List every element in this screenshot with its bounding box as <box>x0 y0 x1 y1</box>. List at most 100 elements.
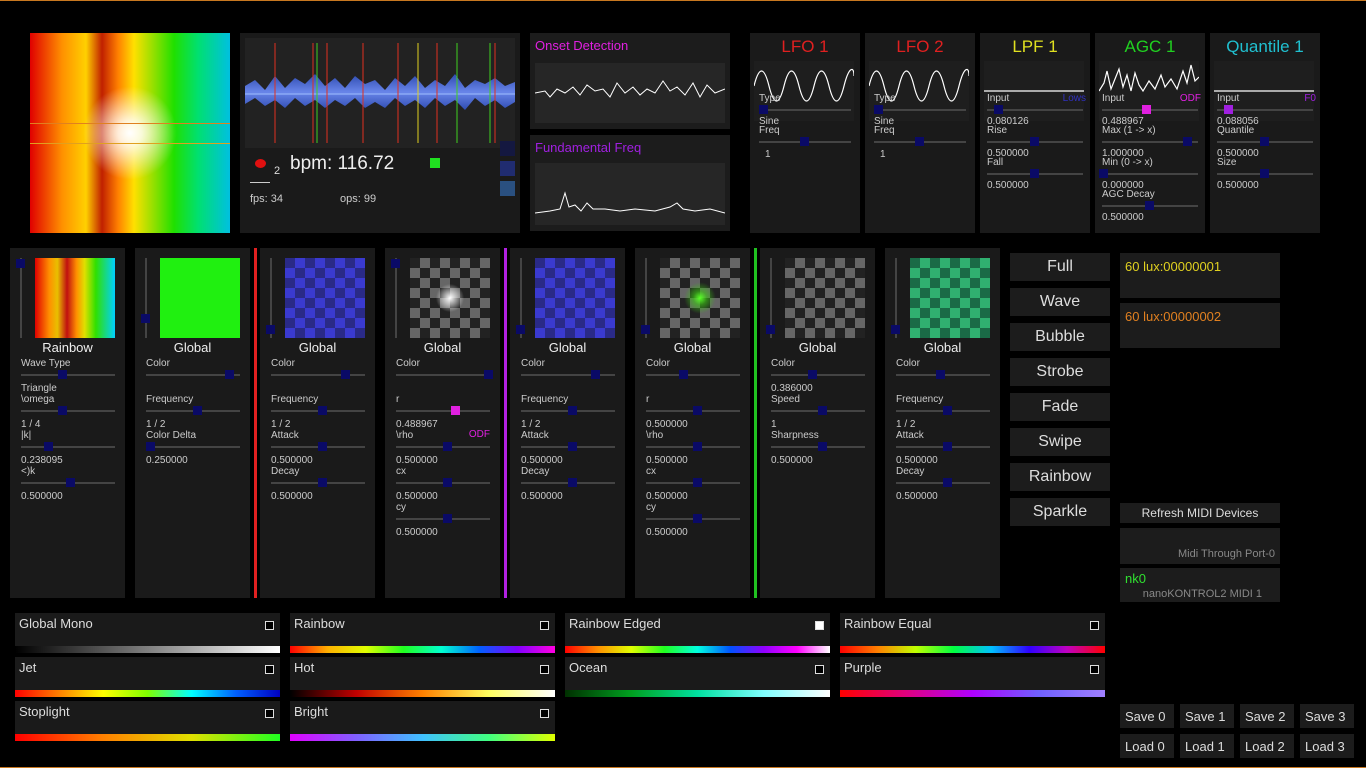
modulator-lpf-1[interactable]: LPF 1 Input Lows 0.080126 Rise 0.500000 Fall 0.… <box>980 33 1090 233</box>
pattern-button-wave[interactable]: Wave <box>1010 288 1110 316</box>
input-slider-handle[interactable] <box>994 105 1003 114</box>
pattern-param-handle[interactable] <box>58 370 67 379</box>
pattern-preview[interactable] <box>785 258 865 338</box>
pattern-param-handle[interactable] <box>568 478 577 487</box>
pattern-preview[interactable] <box>910 258 990 338</box>
pattern-preview[interactable] <box>410 258 490 338</box>
gradient-checkbox[interactable] <box>265 709 274 718</box>
pattern-param-handle[interactable] <box>193 406 202 415</box>
modulator-input-source[interactable]: F0 <box>1304 93 1316 104</box>
param-slider-handle[interactable] <box>1260 169 1269 178</box>
save-button-0[interactable]: Save 0 <box>1120 704 1174 728</box>
gradient-checkbox[interactable] <box>1090 665 1099 674</box>
midi-device-1[interactable]: Midi Through Port-0 <box>1120 528 1280 564</box>
refresh-midi-button[interactable]: Refresh MIDI Devices <box>1120 503 1280 523</box>
pattern-param-handle[interactable] <box>66 478 75 487</box>
pattern-param-handle[interactable] <box>808 370 817 379</box>
save-button-3[interactable]: Save 3 <box>1300 704 1354 728</box>
param-slider-handle[interactable] <box>1099 169 1108 178</box>
gradient-bright[interactable]: Bright <box>290 701 555 741</box>
gradient-ocean[interactable]: Ocean <box>565 657 830 697</box>
pattern-param-handle[interactable] <box>936 370 945 379</box>
modulator-lfo-1[interactable]: LFO 1 Type Sine Freq 1 <box>750 33 860 233</box>
pattern-param-handle[interactable] <box>568 442 577 451</box>
pattern-param-handle[interactable] <box>693 478 702 487</box>
load-button-1[interactable]: Load 1 <box>1180 734 1234 758</box>
save-button-2[interactable]: Save 2 <box>1240 704 1294 728</box>
pattern-param-handle[interactable] <box>568 406 577 415</box>
type-slider[interactable] <box>759 109 851 111</box>
gradient-checkbox[interactable] <box>815 621 824 630</box>
pattern-param-handle[interactable] <box>318 406 327 415</box>
pattern-preview[interactable] <box>285 258 365 338</box>
pattern-slot-1[interactable]: Rainbow Wave Type Triangle \omega 1 / 4 |k| 0.… <box>10 248 125 598</box>
param-slider-handle[interactable] <box>1260 137 1269 146</box>
pattern-param-handle[interactable] <box>318 442 327 451</box>
pattern-button-bubble[interactable]: Bubble <box>1010 323 1110 351</box>
gradient-checkbox[interactable] <box>540 621 549 630</box>
pattern-param-slider[interactable] <box>646 374 740 376</box>
pattern-level-track[interactable] <box>395 258 397 338</box>
pattern-level-track[interactable] <box>20 258 22 338</box>
pattern-preview[interactable] <box>35 258 115 338</box>
pattern-slot-6[interactable]: Global Color r 0.500000 \rho 0.500000 cx 0.5000… <box>635 248 750 598</box>
pattern-preview[interactable] <box>660 258 740 338</box>
pattern-param-slider[interactable] <box>21 446 115 448</box>
gradient-checkbox[interactable] <box>1090 621 1099 630</box>
gradient-jet[interactable]: Jet <box>15 657 280 697</box>
pattern-slot-5[interactable]: Global Color Frequency 1 / 2 Attack 0.500000 D… <box>510 248 625 598</box>
pattern-param-handle[interactable] <box>443 442 452 451</box>
pattern-param-slider[interactable] <box>21 410 115 412</box>
pattern-param-handle[interactable] <box>58 406 67 415</box>
pattern-param-slider[interactable] <box>771 374 865 376</box>
gradient-stoplight[interactable]: Stoplight <box>15 701 280 741</box>
pattern-param-handle[interactable] <box>943 442 952 451</box>
gradient-purple[interactable]: Purple <box>840 657 1105 697</box>
beat-lock-indicator[interactable] <box>430 158 440 168</box>
pattern-slot-3[interactable]: Global Color Frequency 1 / 2 Attack 0.500000 D… <box>260 248 375 598</box>
gradient-checkbox[interactable] <box>540 665 549 674</box>
pattern-param-handle[interactable] <box>44 442 53 451</box>
pattern-param-slider[interactable] <box>21 374 115 376</box>
modulator-lfo-2[interactable]: LFO 2 Type Sine Freq 1 <box>865 33 975 233</box>
pattern-button-swipe[interactable]: Swipe <box>1010 428 1110 456</box>
pattern-param-handle[interactable] <box>146 442 155 451</box>
param-slider-handle[interactable] <box>1030 137 1039 146</box>
pattern-param-handle[interactable] <box>693 442 702 451</box>
midi-device-2[interactable]: nk0 nanoKONTROL2 MIDI 1 <box>1120 568 1280 602</box>
pattern-level-handle[interactable] <box>766 325 775 334</box>
load-button-0[interactable]: Load 0 <box>1120 734 1174 758</box>
pattern-button-strobe[interactable]: Strobe <box>1010 358 1110 386</box>
param-slider-handle[interactable] <box>1183 137 1192 146</box>
gradient-rainbow-equal[interactable]: Rainbow Equal <box>840 613 1105 653</box>
pattern-param-handle[interactable] <box>443 514 452 523</box>
pattern-param-handle[interactable] <box>341 370 350 379</box>
type-slider-handle[interactable] <box>759 105 768 114</box>
modulator-agc-1[interactable]: AGC 1 Input ODF 0.488967 Max (1 -> x) 1.00000… <box>1095 33 1205 233</box>
pattern-level-handle[interactable] <box>516 325 525 334</box>
pattern-param-handle[interactable] <box>693 514 702 523</box>
modulator-input-source[interactable]: Lows <box>1063 93 1086 104</box>
freq-slider-handle[interactable] <box>800 137 809 146</box>
input-slider-handle[interactable] <box>1142 105 1151 114</box>
pattern-param-source[interactable]: ODF <box>469 429 490 440</box>
pattern-param-handle[interactable] <box>484 370 493 379</box>
pattern-param-handle[interactable] <box>679 370 688 379</box>
type-slider-handle[interactable] <box>874 105 883 114</box>
modulator-input-source[interactable]: ODF <box>1180 93 1201 104</box>
pattern-level-track[interactable] <box>145 258 147 338</box>
gradient-checkbox[interactable] <box>265 621 274 630</box>
pattern-param-slider[interactable] <box>396 410 490 412</box>
save-button-1[interactable]: Save 1 <box>1180 704 1234 728</box>
pattern-button-rainbow[interactable]: Rainbow <box>1010 463 1110 491</box>
pattern-param-handle[interactable] <box>693 406 702 415</box>
pattern-param-handle[interactable] <box>318 478 327 487</box>
output-device-1[interactable]: 60 lux:00000001 <box>1120 253 1280 298</box>
pattern-param-handle[interactable] <box>943 406 952 415</box>
pattern-level-handle[interactable] <box>391 259 400 268</box>
pattern-slot-7[interactable]: Global Color 0.386000 Speed 1 Sharpness 0.5000… <box>760 248 875 598</box>
pattern-param-handle[interactable] <box>591 370 600 379</box>
pattern-param-slider[interactable] <box>146 446 240 448</box>
pattern-param-handle[interactable] <box>451 406 460 415</box>
param-slider[interactable] <box>1102 173 1198 175</box>
